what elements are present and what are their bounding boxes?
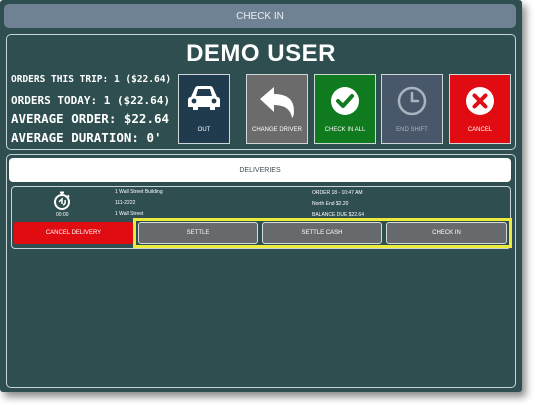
settle-cash-button[interactable]: SETTLE CASH <box>262 222 382 244</box>
change-driver-button[interactable]: CHANGE DRIVER <box>246 74 308 144</box>
check-in-window: CHECK IN DEMO USER ORDERS THIS TRIP: 1 (… <box>0 0 522 392</box>
deliveries-title: DELIVERIES <box>239 166 281 174</box>
cancel-delivery-label: CANCEL DELIVERY <box>45 230 102 236</box>
out-label: OUT <box>197 127 211 133</box>
end-shift-button[interactable]: END SHIFT <box>381 74 443 144</box>
delivery-area-fee: North End $2.20 <box>312 201 349 207</box>
average-order: AVERAGE ORDER: $22.64 <box>11 111 170 126</box>
check-circle-icon <box>315 85 375 117</box>
end-shift-label: END SHIFT <box>396 127 428 133</box>
close-circle-icon <box>450 85 510 117</box>
delivery-address-line1: 1 Wall Street Building <box>115 189 163 195</box>
orders-today: ORDERS TODAY: 1 ($22.64) <box>11 94 170 107</box>
delivery-timer: 00:00 <box>56 212 69 218</box>
back-arrow-icon <box>247 85 307 119</box>
average-duration: AVERAGE DURATION: 0' <box>11 130 162 145</box>
driver-name: DEMO USER <box>186 40 336 67</box>
cancel-label: CANCEL <box>467 127 493 133</box>
settle-button[interactable]: SETTLE <box>138 222 258 244</box>
check-in-all-label: CHECK IN ALL <box>324 127 366 133</box>
car-icon <box>179 85 229 111</box>
settle-cash-label: SETTLE CASH <box>301 230 343 236</box>
delivery-phone: 111-2222 <box>115 200 136 206</box>
cancel-delivery-button[interactable]: CANCEL DELIVERY <box>14 222 133 244</box>
deliveries-header: DELIVERIES <box>9 158 511 182</box>
cancel-button[interactable]: CANCEL <box>449 74 511 144</box>
check-in-all-button[interactable]: CHECK IN ALL <box>314 74 376 144</box>
out-button[interactable]: OUT <box>178 74 230 144</box>
check-in-button[interactable]: CHECK IN <box>386 222 507 244</box>
check-in-label: CHECK IN <box>432 230 461 236</box>
settle-label: SETTLE <box>186 230 210 236</box>
change-driver-label: CHANGE DRIVER <box>251 127 302 133</box>
delivery-address-line2: 1 Wall Street <box>115 211 144 217</box>
orders-this-trip: ORDERS THIS TRIP: 1 ($22.64) <box>11 74 172 85</box>
title-bar: CHECK IN <box>4 4 516 28</box>
clock-icon <box>382 85 442 117</box>
window-title: CHECK IN <box>236 10 284 22</box>
delivery-order-info: ORDER 18 - 10:47 AM <box>312 190 363 196</box>
